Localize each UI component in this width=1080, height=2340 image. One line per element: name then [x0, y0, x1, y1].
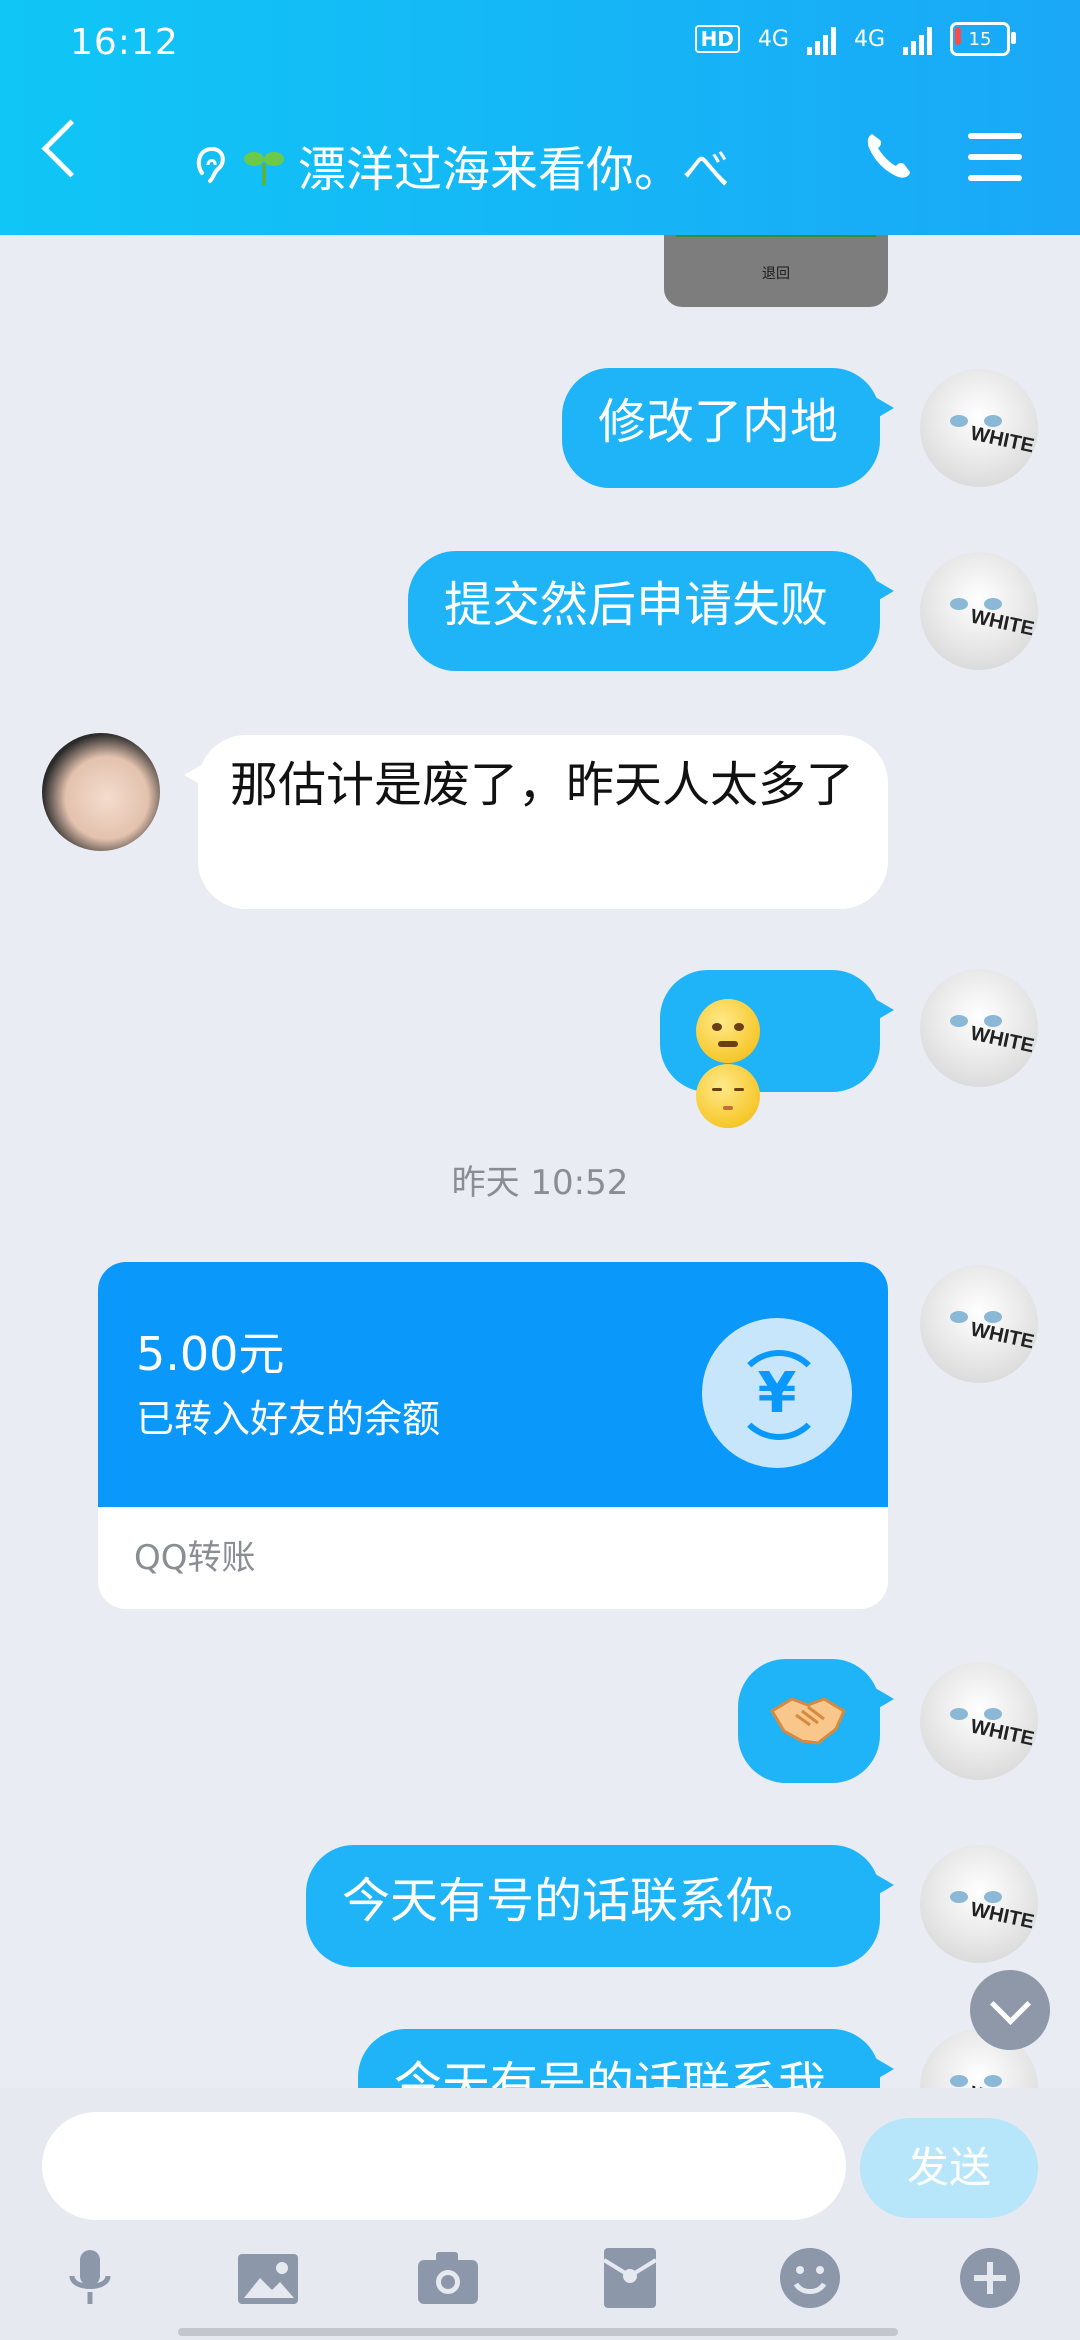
my-avatar[interactable]: WHITE	[920, 552, 1038, 670]
message-text: 今天有号的话联系我	[394, 2057, 827, 2088]
top-bar: 16:12 HD 4G 4G 15 漂洋过海来看你。べ	[0, 0, 1080, 235]
sprout-icon	[244, 152, 284, 185]
battery-level: 15	[968, 28, 992, 50]
message-text: 今天有号的话联系你。	[342, 1873, 823, 1929]
my-avatar[interactable]: WHITE	[920, 369, 1038, 487]
yuan-exchange-icon: ¥	[702, 1318, 852, 1468]
message-bubble[interactable]: 今天有号的话联系你。	[306, 1845, 894, 1967]
message-bubble[interactable]: 今天有号的话联系我	[358, 2029, 894, 2088]
my-avatar[interactable]: WHITE	[920, 1265, 1038, 1383]
previous-image-message[interactable]: 退回	[664, 235, 888, 307]
scroll-down-icon[interactable]	[970, 1970, 1050, 2050]
message-bubble[interactable]	[738, 1659, 894, 1783]
menu-icon[interactable]	[968, 133, 1022, 181]
my-avatar[interactable]: WHITE	[920, 1845, 1038, 1963]
input-bar: 发送	[0, 2088, 1080, 2340]
friend-avatar[interactable]	[42, 733, 160, 851]
my-avatar[interactable]: WHITE	[920, 969, 1038, 1087]
red-packet-icon[interactable]	[598, 2246, 662, 2310]
camera-icon[interactable]	[416, 2246, 480, 2310]
message-bubble[interactable]: 那估计是废了，昨天人太多了	[184, 735, 888, 909]
message-bubble[interactable]: 修改了内地	[562, 368, 894, 488]
message-text: 修改了内地	[598, 394, 839, 450]
transfer-amount: 5.00元	[136, 1327, 285, 1381]
worried-face-emoji	[696, 999, 760, 1063]
home-indicator[interactable]	[178, 2328, 898, 2336]
ear-icon	[196, 146, 225, 183]
message-bubble[interactable]: 提交然后申请失败	[408, 551, 894, 671]
chat-area[interactable]: 退回 修改了内地 WHITE 提交然后申请失败 WHITE 那估计是废了，昨天人…	[0, 235, 1080, 2088]
back-arrow-icon[interactable]	[41, 119, 100, 178]
handshake-emoji	[769, 1697, 846, 1745]
my-avatar[interactable]: WHITE	[920, 1662, 1038, 1780]
hd-badge: HD	[694, 25, 740, 53]
net-label-1: 4G	[757, 26, 789, 52]
phone-icon[interactable]	[860, 128, 916, 184]
battery-icon: 15	[950, 22, 1016, 56]
transfer-footer: QQ转账	[134, 1538, 256, 1578]
status-time: 16:12	[70, 22, 179, 63]
emoji-icon[interactable]	[778, 2246, 842, 2310]
input-toolbar	[0, 2246, 1080, 2318]
plus-icon[interactable]	[958, 2246, 1022, 2310]
microphone-icon[interactable]	[58, 2246, 122, 2310]
message-text: 提交然后申请失败	[444, 577, 829, 633]
signal-icon-2	[903, 23, 932, 55]
sleepy-face-emoji	[696, 1064, 760, 1128]
chat-title[interactable]: 漂洋过海来看你。べ	[190, 130, 730, 200]
message-text: 那估计是废了，昨天人太多了	[230, 757, 855, 813]
send-button[interactable]: 发送	[860, 2118, 1038, 2218]
status-icons: HD 4G 4G 15	[694, 22, 1016, 56]
transfer-description: 已转入好友的余额	[136, 1397, 441, 1441]
message-timestamp: 昨天 10:52	[451, 1163, 629, 1203]
image-icon[interactable]	[236, 2246, 300, 2310]
preview-back-text: 退回	[762, 266, 790, 282]
message-input[interactable]	[42, 2112, 846, 2220]
chat-title-text: 漂洋过海来看你。べ	[298, 142, 731, 198]
message-bubble[interactable]	[660, 970, 894, 1128]
qq-transfer-card[interactable]: 5.00元 已转入好友的余额 ¥ QQ转账	[98, 1262, 888, 1609]
net-label-2: 4G	[853, 26, 885, 52]
signal-icon-1	[806, 23, 836, 55]
